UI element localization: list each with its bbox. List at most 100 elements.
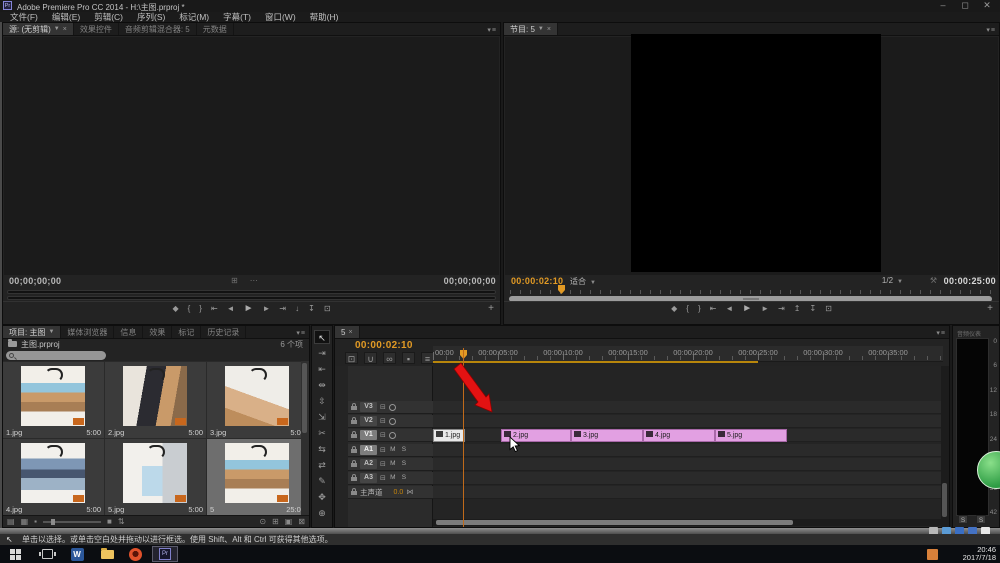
zoom-in-button[interactable]: ■ — [107, 517, 112, 526]
track-output-eye-icon[interactable] — [389, 404, 396, 411]
project-file-name[interactable]: 主图.prproj — [21, 339, 60, 350]
timeline-horizontal-scrollbar[interactable] — [433, 519, 941, 526]
track-lock-icon[interactable] — [351, 491, 357, 495]
close-button[interactable]: ✕ — [976, 0, 998, 11]
track-lock-icon[interactable] — [351, 420, 357, 424]
track-select-forward-tool[interactable]: ⇥ — [314, 346, 330, 360]
extract-button[interactable]: ↧ — [809, 303, 816, 315]
add-marker-button[interactable]: ◆ — [172, 303, 178, 315]
tab-markers[interactable]: 标记 — [172, 326, 201, 338]
track-target-button[interactable]: A1 — [360, 445, 377, 455]
track-lock-icon[interactable] — [351, 449, 357, 453]
razor-tool[interactable]: ✂ — [314, 426, 330, 440]
clip-2-jpg[interactable]: 2.jpg — [501, 429, 571, 442]
clip-5-jpg[interactable]: 5.jpg — [715, 429, 787, 442]
project-item[interactable]: 2.jpg5:00 — [105, 362, 206, 438]
clip-4-jpg[interactable]: 4.jpg — [643, 429, 715, 442]
lift-button[interactable]: ↥ — [794, 303, 801, 315]
taskbar-word-button[interactable]: W — [66, 547, 88, 561]
clip-1-jpg[interactable]: 1.jpg — [433, 429, 465, 442]
tab-sequence-5[interactable]: 5× — [335, 326, 360, 338]
sync-lock-icon[interactable]: ⊟ — [380, 431, 386, 439]
close-tab-icon[interactable]: × — [348, 329, 352, 336]
sync-lock-icon[interactable]: ⊟ — [380, 446, 386, 454]
project-item[interactable]: 3.jpg5:00 — [207, 362, 308, 438]
play-button[interactable]: ► — [742, 303, 752, 315]
track-lock-icon[interactable] — [351, 463, 357, 467]
step-forward-button[interactable]: ► — [761, 303, 769, 315]
tab-effect-controls[interactable]: 效果控件 — [74, 23, 119, 35]
solo-button[interactable]: S — [400, 474, 408, 482]
tab-media-browser[interactable]: 媒体浏览器 — [61, 326, 114, 338]
search-input[interactable] — [6, 351, 106, 360]
track-header-v3[interactable]: V3⊟ — [348, 401, 433, 414]
meter-solo-button[interactable]: S — [976, 515, 986, 524]
track-lane-v3[interactable] — [433, 401, 941, 414]
sort-button[interactable]: ⇅ — [118, 517, 125, 526]
solo-button[interactable]: S — [400, 446, 408, 454]
track-lane-master[interactable] — [433, 486, 941, 499]
track-lock-icon[interactable] — [351, 477, 357, 481]
maximize-button[interactable]: ◻ — [954, 0, 976, 11]
overwrite-button[interactable]: ↧ — [308, 303, 315, 315]
track-lock-icon[interactable] — [351, 434, 357, 438]
track-output-eye-icon[interactable] — [389, 432, 396, 439]
program-playhead[interactable] — [558, 285, 565, 294]
new-item-button[interactable]: ▣ — [285, 517, 293, 526]
go-to-in-button[interactable]: ⇤ — [710, 303, 717, 315]
track-lane-v1[interactable]: 1.jpg2.jpg3.jpg4.jpg5.jpg — [433, 429, 941, 442]
track-target-button[interactable]: A3 — [360, 473, 377, 483]
track-header-master[interactable]: 主声道0.0⋈ — [348, 486, 433, 499]
meter-solo-button[interactable]: S — [958, 515, 968, 524]
timeline-ruler[interactable]: 00:0000:00:05:0000:00:10:0000:00:15:0000… — [433, 346, 943, 362]
zoom-tool[interactable]: ⊕ — [314, 506, 330, 520]
timeline-current-timecode[interactable]: 00:00:02:10 — [355, 340, 413, 351]
mark-in-button[interactable]: { — [686, 303, 689, 315]
solo-button[interactable]: S — [400, 460, 408, 468]
program-mini-ruler[interactable] — [510, 285, 991, 294]
sync-lock-icon[interactable]: ⊟ — [380, 403, 386, 411]
master-level-value[interactable]: 0.0 — [394, 489, 404, 496]
taskbar-browser-button[interactable] — [124, 547, 146, 561]
project-item[interactable]: 525:00 — [207, 439, 308, 515]
button-editor-plus[interactable]: + — [488, 303, 494, 314]
export-frame-button[interactable]: ⊡ — [825, 303, 832, 315]
taskbar-explorer-button[interactable] — [96, 547, 118, 561]
tab-source[interactable]: 源: (无剪辑)▼× — [3, 23, 74, 35]
panel-menu-icon[interactable]: ▾≡ — [986, 26, 996, 34]
add-marker-button[interactable]: ◆ — [671, 303, 677, 315]
add-marker-icon[interactable]: ▪ — [402, 352, 415, 364]
timeline-vertical-scrollbar[interactable] — [941, 366, 949, 527]
more-options-icon[interactable]: ⋯ — [250, 276, 258, 285]
tab-info[interactable]: 信息 — [114, 326, 143, 338]
sync-lock-icon[interactable]: ⊟ — [380, 417, 386, 425]
task-view-button[interactable] — [36, 547, 58, 561]
track-header-v2[interactable]: V2⊟ — [348, 415, 433, 428]
button-editor-plus[interactable]: + — [987, 303, 993, 314]
tab-project[interactable]: 项目: 主图▼ — [3, 326, 61, 338]
snap-icon[interactable]: ∪ — [364, 352, 377, 364]
close-tab-icon[interactable]: × — [63, 26, 67, 33]
work-area-bar[interactable] — [433, 361, 758, 363]
track-header-a1[interactable]: A1⊟MS — [348, 444, 433, 457]
mark-out-button[interactable]: } — [698, 303, 701, 315]
track-lane-a2[interactable] — [433, 458, 941, 471]
output-settings-icon[interactable]: ⊞ — [231, 276, 238, 285]
ripple-edit-tool[interactable]: ⇹ — [314, 378, 330, 392]
sync-lock-icon[interactable]: ⊟ — [380, 460, 386, 468]
hand-tool[interactable]: ✥ — [314, 490, 330, 504]
track-lane-a1[interactable] — [433, 444, 941, 457]
pan-icon[interactable]: ⋈ — [406, 488, 413, 496]
go-to-out-button[interactable]: ⇥ — [778, 303, 785, 315]
mark-in-button[interactable]: { — [188, 303, 191, 315]
track-target-button[interactable]: V3 — [360, 402, 377, 412]
close-tab-icon[interactable]: × — [547, 26, 551, 33]
new-bin-button[interactable]: ⊞ — [272, 517, 279, 526]
slide-tool[interactable]: ⇄ — [314, 458, 330, 472]
start-button[interactable] — [4, 547, 26, 561]
rate-stretch-tool[interactable]: ⇲ — [314, 410, 330, 424]
track-target-button[interactable]: A2 — [360, 459, 377, 469]
track-lock-icon[interactable] — [351, 406, 357, 410]
track-header-v1[interactable]: V1⊟ — [348, 429, 433, 442]
mute-button[interactable]: M — [389, 474, 397, 482]
